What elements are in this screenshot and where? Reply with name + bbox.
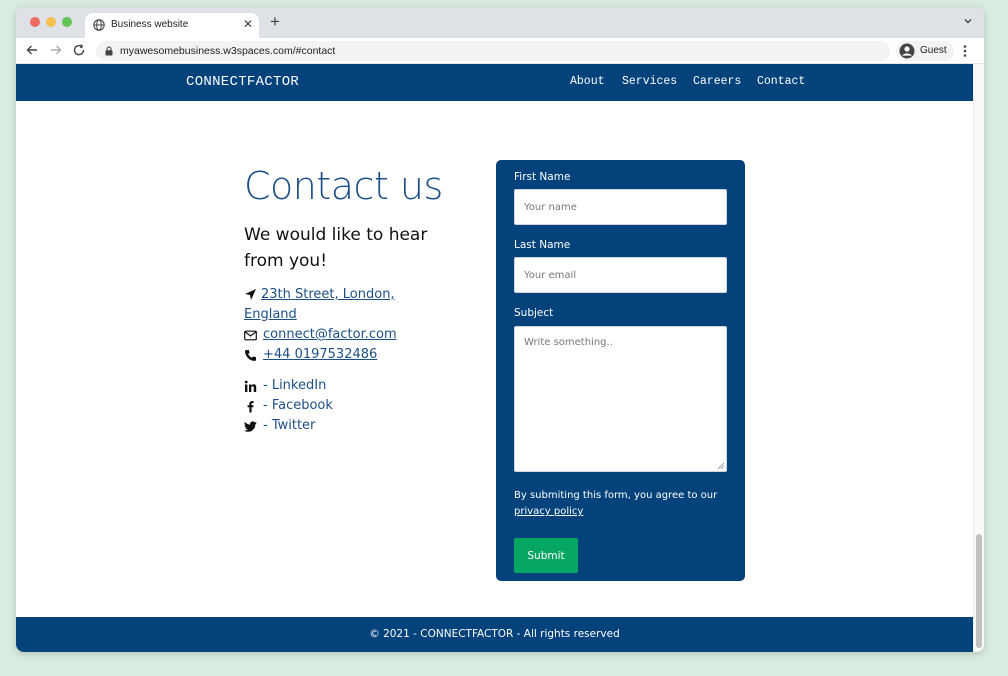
linkedin-icon <box>244 380 257 392</box>
twitter-item: - Twitter <box>244 416 315 436</box>
avatar-icon <box>899 43 915 59</box>
linkedin-link[interactable]: - LinkedIn <box>263 378 326 393</box>
phone-link[interactable]: +44 0197532486 <box>263 347 377 362</box>
more-menu-icon[interactable] <box>963 44 967 58</box>
contact-subtitle: We would like to hear from you! <box>244 225 428 271</box>
globe-icon <box>93 19 105 31</box>
site-footer: © 2021 - CONNECTFACTOR - All rights rese… <box>16 617 973 652</box>
reload-icon[interactable] <box>72 43 86 57</box>
tab-title: Business website <box>111 19 189 30</box>
last-name-label: Last Name <box>514 239 571 251</box>
new-tab-icon[interactable]: + <box>270 12 280 32</box>
first-name-input[interactable] <box>514 189 727 225</box>
privacy-policy-link[interactable]: privacy policy <box>514 506 583 517</box>
nav-link-services[interactable]: Services <box>622 75 677 88</box>
site-navbar: CONNECTFACTOR About Services Careers Con… <box>16 64 973 101</box>
phone-item: +44 0197532486 <box>244 345 377 365</box>
contact-title: Contact us <box>244 164 443 208</box>
email-item: connect@factor.com <box>244 325 397 345</box>
subject-label: Subject <box>514 307 554 319</box>
web-page: CONNECTFACTOR About Services Careers Con… <box>16 64 984 652</box>
first-name-label: First Name <box>514 171 571 183</box>
browser-window: Business website ✕ + myawesomebusiness.w… <box>16 7 984 652</box>
nav-link-careers[interactable]: Careers <box>693 75 741 88</box>
email-link[interactable]: connect@factor.com <box>263 327 397 342</box>
tab-close-icon[interactable]: ✕ <box>243 17 253 31</box>
facebook-item: - Facebook <box>244 396 333 416</box>
footer-text: © 2021 - CONNECTFACTOR - All rights rese… <box>369 628 620 640</box>
twitter-icon <box>244 421 257 432</box>
facebook-icon <box>247 401 254 413</box>
profile-label: Guest <box>920 45 947 56</box>
linkedin-item: - LinkedIn <box>244 376 326 396</box>
envelope-icon <box>244 330 257 341</box>
location-arrow-icon <box>245 289 256 300</box>
submit-button[interactable]: Submit <box>514 538 578 573</box>
profile-button[interactable]: Guest <box>896 41 954 61</box>
maximize-window-button[interactable] <box>62 17 72 27</box>
address-bar[interactable]: myawesomebusiness.w3spaces.com/#contact <box>96 41 890 61</box>
browser-tab[interactable]: Business website ✕ <box>85 13 259 38</box>
consent-notice: By submiting this form, you agree to our… <box>514 488 734 520</box>
scrollbar-thumb[interactable] <box>976 534 982 648</box>
close-window-button[interactable] <box>30 17 40 27</box>
nav-link-about[interactable]: About <box>570 75 605 88</box>
contact-form: First Name Last Name Subject By submitin… <box>496 160 745 581</box>
lock-icon <box>105 46 113 56</box>
last-name-input[interactable] <box>514 257 727 293</box>
chevron-down-icon[interactable] <box>962 15 974 27</box>
consent-text: By submiting this form, you agree to our <box>514 490 718 501</box>
facebook-link[interactable]: - Facebook <box>263 398 333 413</box>
page-scrollbar[interactable] <box>973 64 984 652</box>
url-text: myawesomebusiness.w3spaces.com/#contact <box>120 45 336 57</box>
nav-link-contact[interactable]: Contact <box>757 75 805 88</box>
back-arrow-icon[interactable] <box>25 43 39 57</box>
minimize-window-button[interactable] <box>46 17 56 27</box>
brand-logo[interactable]: CONNECTFACTOR <box>186 74 299 90</box>
address-toolbar: myawesomebusiness.w3spaces.com/#contact … <box>16 38 984 64</box>
twitter-link[interactable]: - Twitter <box>263 418 315 433</box>
subject-textarea[interactable] <box>514 326 727 472</box>
phone-icon <box>245 350 256 361</box>
tab-strip: Business website ✕ + <box>16 7 984 38</box>
address-link[interactable]: 23th Street, London, England <box>244 287 395 322</box>
address-item: 23th Street, London, England <box>244 285 404 325</box>
forward-arrow-icon[interactable] <box>49 43 63 57</box>
resize-handle-icon[interactable] <box>717 462 725 470</box>
